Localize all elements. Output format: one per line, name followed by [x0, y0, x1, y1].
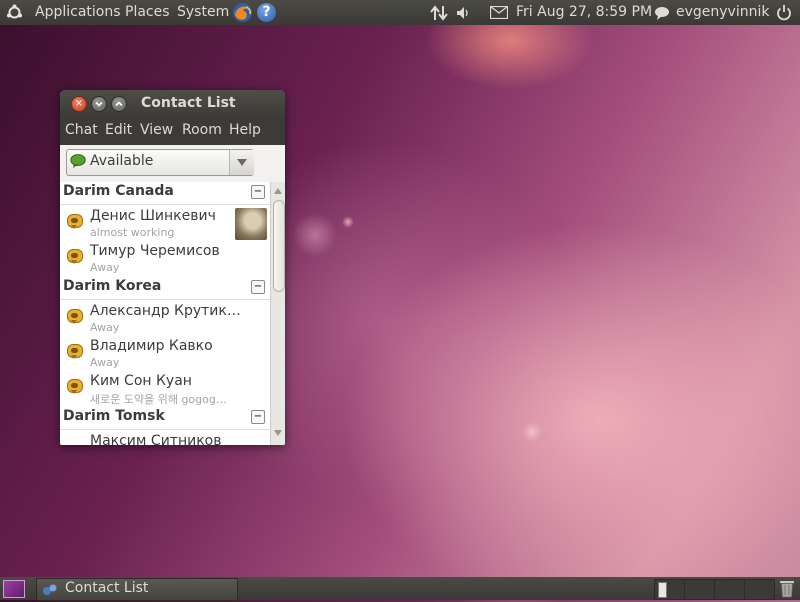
- menu-places[interactable]: Places: [125, 3, 170, 22]
- away-status-icon: [67, 249, 83, 264]
- empathy-app-icon: [42, 582, 58, 597]
- status-value: Available: [90, 153, 154, 169]
- away-status-icon: [67, 344, 83, 359]
- workspace-4[interactable]: [744, 579, 775, 600]
- contact-item[interactable]: Максим Ситников: [60, 433, 270, 445]
- window-thumbnail: [658, 582, 667, 598]
- contact-status: almost working: [90, 226, 175, 239]
- workspace-3[interactable]: [714, 579, 745, 600]
- workspace-2[interactable]: [684, 579, 715, 600]
- menu-chat[interactable]: Chat: [65, 122, 98, 138]
- collapse-button[interactable]: −: [251, 280, 265, 294]
- menu-help[interactable]: Help: [229, 122, 261, 138]
- volume-icon[interactable]: [456, 6, 472, 20]
- collapse-button[interactable]: −: [251, 185, 265, 199]
- contact-status: Away: [90, 321, 120, 334]
- contact-name: Тимур Черемисов: [90, 243, 220, 259]
- ubuntu-logo-icon[interactable]: [6, 4, 23, 21]
- collapse-button[interactable]: −: [251, 410, 265, 424]
- group-header-darim-korea[interactable]: Darim Korea −: [60, 277, 270, 300]
- trash-icon[interactable]: [779, 579, 795, 598]
- clock[interactable]: Fri Aug 27, 8:59 PM: [516, 3, 652, 22]
- avatar: [235, 208, 267, 240]
- menu-applications[interactable]: Applications: [35, 3, 121, 22]
- maximize-icon[interactable]: [111, 96, 127, 112]
- contact-item[interactable]: Денис Шинкевич almost working: [60, 208, 270, 243]
- contact-list: Darim Canada − Денис Шинкевич almost wor…: [60, 182, 285, 445]
- network-icon[interactable]: [430, 5, 448, 21]
- window-titlebar[interactable]: × Contact List: [60, 90, 285, 118]
- group-name: Darim Tomsk: [63, 408, 165, 424]
- contact-item[interactable]: Александр Крутик… Away: [60, 303, 270, 338]
- firefox-icon[interactable]: [232, 2, 253, 23]
- away-status-icon: [67, 214, 83, 229]
- contact-list-window: × Contact List Chat Edit View Room Help …: [60, 90, 285, 445]
- taskbar-button-contact-list[interactable]: Contact List: [36, 578, 238, 601]
- power-icon[interactable]: [776, 4, 792, 21]
- help-icon[interactable]: ?: [257, 3, 276, 22]
- contact-status: Away: [90, 356, 120, 369]
- scrollbar[interactable]: [270, 182, 285, 445]
- away-status-icon: [67, 379, 83, 394]
- group-name: Darim Korea: [63, 278, 162, 294]
- workspace-1[interactable]: [654, 579, 685, 600]
- group-header-darim-tomsk[interactable]: Darim Tomsk −: [60, 407, 270, 430]
- contact-item[interactable]: Тимур Черемисов Away: [60, 243, 270, 278]
- away-status-icon: [67, 309, 83, 324]
- dropdown-arrow-button[interactable]: [229, 150, 254, 175]
- show-desktop-icon[interactable]: [3, 580, 25, 598]
- chevron-down-icon: [237, 159, 247, 166]
- menu-edit[interactable]: Edit: [105, 122, 132, 138]
- contact-name: Александр Крутик…: [90, 303, 241, 319]
- close-icon[interactable]: ×: [71, 96, 87, 112]
- top-panel: Applications Places System ? Fri Aug 27,…: [0, 0, 800, 25]
- scrollbar-thumb[interactable]: [273, 200, 285, 292]
- taskbar-label: Contact List: [65, 580, 149, 596]
- group-header-darim-canada[interactable]: Darim Canada −: [60, 182, 270, 205]
- menu-view[interactable]: View: [140, 122, 173, 138]
- workspace-switcher[interactable]: [654, 577, 775, 600]
- username[interactable]: evgenyvinnik: [676, 3, 769, 22]
- contact-status: 새로운 도약을 위해 gogog…: [90, 393, 227, 406]
- group-name: Darim Canada: [63, 183, 174, 199]
- bottom-panel: Contact List: [0, 577, 800, 601]
- contact-name: Ким Сон Куан: [90, 373, 192, 389]
- scroll-up-arrow-icon[interactable]: [274, 188, 282, 194]
- contact-name: Владимир Кавко: [90, 338, 213, 354]
- scroll-down-arrow-icon[interactable]: [274, 430, 282, 436]
- window-title: Contact List: [141, 95, 236, 111]
- contact-status: Away: [90, 261, 120, 274]
- contact-name: Максим Ситников: [90, 433, 222, 445]
- window-menubar: Chat Edit View Room Help: [60, 118, 285, 145]
- menu-system[interactable]: System: [177, 3, 229, 22]
- available-status-icon: [70, 154, 86, 168]
- contact-item[interactable]: Ким Сон Куан 새로운 도약을 위해 gogog…: [60, 373, 270, 408]
- contact-name: Денис Шинкевич: [90, 208, 216, 224]
- mail-icon[interactable]: [489, 5, 509, 20]
- menu-room[interactable]: Room: [182, 122, 222, 138]
- minimize-icon[interactable]: [91, 96, 107, 112]
- contact-item[interactable]: Владимир Кавко Away: [60, 338, 270, 373]
- status-dropdown[interactable]: Available: [66, 149, 254, 176]
- user-status-icon[interactable]: [654, 6, 670, 20]
